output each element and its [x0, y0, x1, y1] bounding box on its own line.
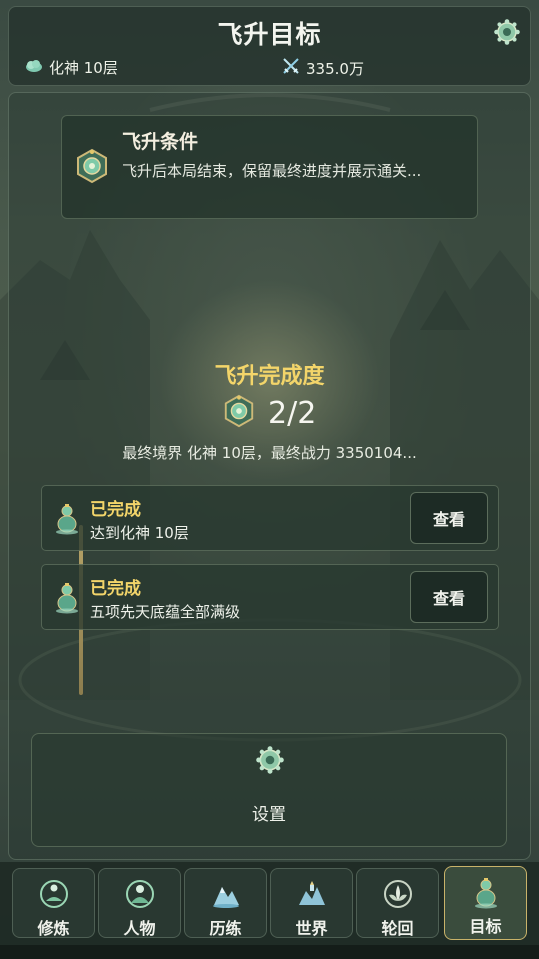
emblem-icon [222, 394, 256, 432]
gourd-icon [54, 503, 80, 535]
nav-tab-reincarnation[interactable]: 轮回 [356, 868, 439, 938]
progress-summary: 最终境界 化神 10层，最终战力 3350104... [122, 444, 417, 462]
page-title: 飞升目标 [217, 20, 322, 49]
adventure-icon [211, 879, 241, 909]
world-icon [297, 879, 327, 909]
milestone-item: 已完成 达到化神 10层 查看 [41, 485, 499, 551]
nav-label: 目标 [469, 917, 502, 936]
progress-value: 2/2 [268, 395, 317, 431]
power-value: 335.0万 [306, 59, 364, 78]
nav-tab-goal[interactable]: 目标 [444, 866, 527, 940]
view-button[interactable]: 查看 [410, 492, 488, 544]
crossed-swords-icon [282, 57, 300, 79]
nav-label: 世界 [295, 919, 328, 938]
power-stat: 335.0万 [282, 57, 364, 79]
settings-button[interactable]: 设置 [31, 733, 507, 847]
emblem-icon [74, 148, 110, 184]
nav-tab-character[interactable]: 人物 [98, 868, 181, 938]
nav-bottom-bar [0, 945, 539, 959]
bottom-nav: 修炼 人物 历练 世界 轮回 目标 [0, 862, 539, 959]
settings-icon[interactable] [494, 19, 520, 45]
milestone-description: 五项先天底蕴全部满级 [90, 603, 241, 621]
milestone-status: 已完成 [90, 579, 141, 599]
realm-stat: 化神 10层 [25, 57, 118, 78]
goal-icon [471, 877, 501, 909]
ascension-condition-card: 飞升条件 飞升后本局结束，保留最终进度并展示通关... [61, 115, 478, 219]
top-header: 飞升目标 化神 10层 335.0万 [8, 6, 531, 86]
settings-label: 设置 [252, 805, 286, 825]
condition-title: 飞升条件 [122, 131, 199, 153]
cloud-icon [25, 59, 43, 77]
realm-value: 化神 10层 [49, 59, 118, 77]
settings-gear-icon [256, 746, 284, 774]
nav-label: 历练 [209, 919, 242, 938]
character-icon [125, 879, 155, 909]
view-button[interactable]: 查看 [410, 571, 488, 623]
nav-tab-adventure[interactable]: 历练 [184, 868, 267, 938]
progress-row: 2/2 [222, 394, 316, 432]
nav-tab-cultivate[interactable]: 修炼 [12, 868, 95, 938]
meditation-icon [39, 879, 69, 909]
milestone-description: 达到化神 10层 [90, 524, 189, 542]
condition-description: 飞升后本局结束，保留最终进度并展示通关... [122, 162, 422, 180]
milestone-status: 已完成 [90, 500, 141, 520]
nav-label: 轮回 [381, 919, 414, 938]
gourd-icon [54, 582, 80, 614]
nav-label: 修炼 [37, 919, 70, 938]
progress-title: 飞升完成度 [214, 364, 325, 389]
lotus-icon [383, 879, 413, 909]
milestone-item: 已完成 五项先天底蕴全部满级 查看 [41, 564, 499, 630]
nav-tab-world[interactable]: 世界 [270, 868, 353, 938]
nav-label: 人物 [123, 919, 156, 938]
